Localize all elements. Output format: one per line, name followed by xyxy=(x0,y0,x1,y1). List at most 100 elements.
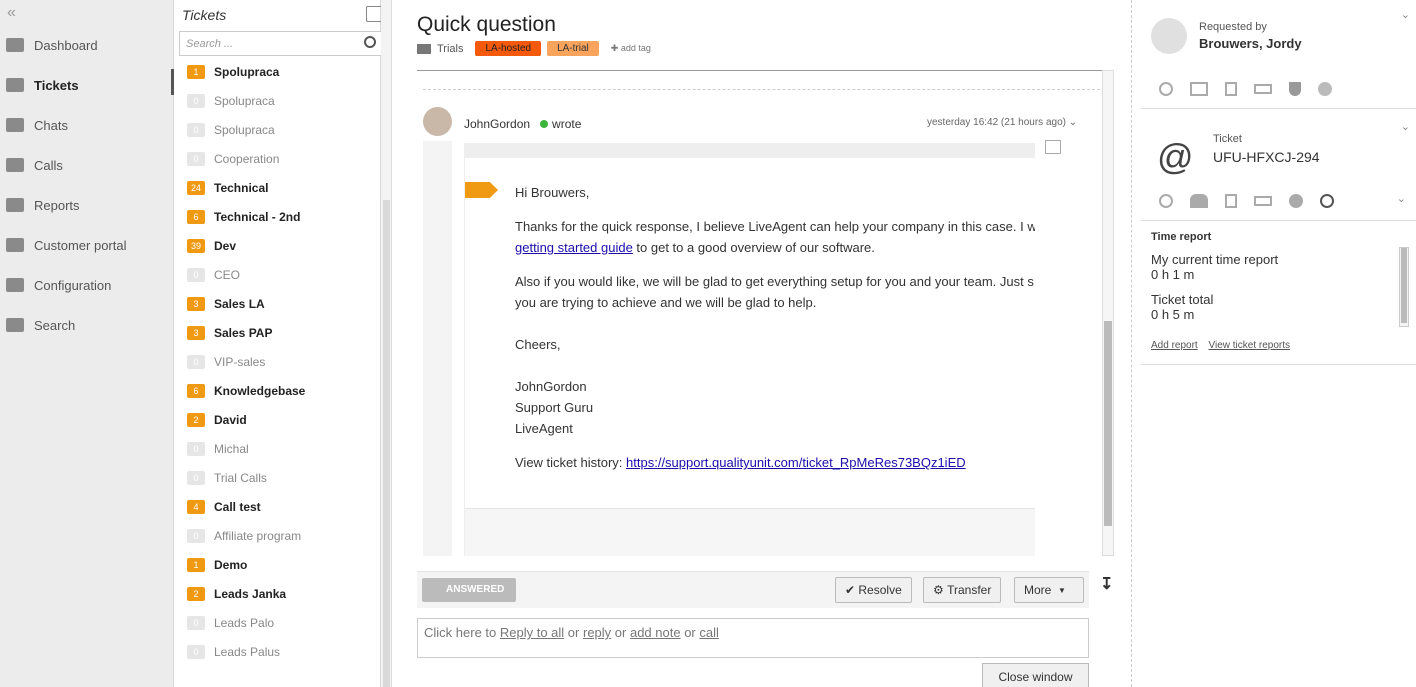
users-icon[interactable] xyxy=(1190,194,1208,208)
count-badge: 0 xyxy=(187,644,205,659)
nav-item-tickets[interactable]: Tickets xyxy=(0,65,174,105)
nav-item-configuration[interactable]: Configuration xyxy=(0,265,174,305)
chevron-down-icon[interactable]: ⌄ xyxy=(1069,117,1077,128)
phone-icon xyxy=(6,158,24,172)
list-item[interactable]: 0 Cooperation xyxy=(187,144,279,173)
list-title: Tickets xyxy=(182,7,227,23)
call-link[interactable]: call xyxy=(699,625,719,640)
list-item[interactable]: 0 VIP-sales xyxy=(187,347,265,376)
list-item[interactable]: 24 Technical xyxy=(187,173,268,202)
mascot-icon[interactable] xyxy=(1318,82,1332,96)
ticket-history-link[interactable]: https://support.qualityunit.com/ticket_R… xyxy=(626,455,966,470)
list-item[interactable]: 3 Sales LA xyxy=(187,289,265,318)
requested-by-label: Requested by xyxy=(1199,21,1267,33)
folder-icon xyxy=(417,43,431,54)
list-item-label: CEO xyxy=(214,267,241,282)
signature-title: Support Guru xyxy=(515,400,594,415)
collapse-ticket-icon[interactable]: ⌄ xyxy=(1401,120,1410,133)
add-tag-label: add tag xyxy=(620,43,651,53)
list-item[interactable]: 39 Dev xyxy=(187,231,236,260)
requester-name[interactable]: Brouwers, Jordy xyxy=(1199,36,1302,51)
message-scrollbar[interactable] xyxy=(1102,70,1114,556)
left-navigation: « Dashboard Tickets Chats Calls Reports Custo… xyxy=(0,0,174,687)
list-item[interactable]: 0 Michal xyxy=(187,434,249,463)
expand-down-icon[interactable]: ↧ xyxy=(1100,574,1113,594)
time-report-scrollbar-thumb[interactable] xyxy=(1401,248,1407,323)
document-icon[interactable] xyxy=(1225,194,1237,208)
close-window-button[interactable]: Close window xyxy=(982,663,1089,687)
message-body-footer xyxy=(465,508,1035,556)
nav-item-dashboard[interactable]: Dashboard xyxy=(0,25,174,65)
info-icon[interactable] xyxy=(1159,194,1173,208)
list-item[interactable]: 0 Spolupraca xyxy=(187,86,275,115)
list-item[interactable]: 0 Spolupraca xyxy=(187,115,275,144)
list-item[interactable]: 0 Leads Palo xyxy=(187,608,274,637)
list-item-label: Knowledgebase xyxy=(214,383,306,398)
list-scrollbar-thumb[interactable] xyxy=(383,200,390,687)
list-item[interactable]: 6 Knowledgebase xyxy=(187,376,305,405)
view-ticket-reports-link[interactable]: View ticket reports xyxy=(1208,340,1290,351)
collapse-requester-icon[interactable]: ⌄ xyxy=(1401,8,1410,21)
list-item[interactable]: 1 Spolupraca xyxy=(187,57,279,86)
count-badge: 6 xyxy=(187,383,205,398)
search-placeholder: Search ... xyxy=(186,38,234,50)
info-icon[interactable] xyxy=(1159,82,1173,96)
list-item[interactable]: 0 CEO xyxy=(187,260,240,289)
list-item[interactable]: 3 Sales PAP xyxy=(187,318,272,347)
add-tag-button[interactable]: ✚ add tag xyxy=(611,43,651,54)
nav-item-search[interactable]: Search xyxy=(0,305,174,345)
author-name[interactable]: JohnGordon xyxy=(464,117,530,131)
document-icon[interactable] xyxy=(1225,82,1237,96)
nav-item-chats[interactable]: Chats xyxy=(0,105,174,145)
shield-icon[interactable] xyxy=(1289,82,1301,96)
search-input[interactable]: Search ... xyxy=(179,31,385,56)
more-label: More xyxy=(1024,583,1052,597)
count-badge: 2 xyxy=(187,412,205,427)
ticket-icon-row xyxy=(1159,194,1334,208)
search-icon[interactable] xyxy=(364,36,376,48)
history-icon[interactable] xyxy=(1289,194,1303,208)
collapse-nav-icon[interactable]: « xyxy=(7,4,16,22)
list-item[interactable]: 2 Leads Janka xyxy=(187,579,286,608)
more-tabs-icon[interactable]: ⌄ xyxy=(1397,192,1406,205)
caret-down-icon: ▼ xyxy=(1058,585,1066,595)
more-button[interactable]: More ▼ xyxy=(1014,577,1084,603)
divider xyxy=(1141,220,1416,221)
message-scrollbar-thumb[interactable] xyxy=(1104,321,1112,526)
list-scrollbar[interactable] xyxy=(381,0,392,687)
reply-all-link[interactable]: Reply to all xyxy=(500,625,564,640)
count-badge: 1 xyxy=(187,64,205,79)
add-note-link[interactable]: add note xyxy=(630,625,681,640)
paragraph-1-line-1: Thanks for the quick response, I believe… xyxy=(515,219,1035,234)
reply-box[interactable]: Click here to Reply to all or reply or a… xyxy=(417,618,1089,658)
nav-item-reports[interactable]: Reports xyxy=(0,185,174,225)
transfer-button[interactable]: ⚙ Transfer xyxy=(923,577,1002,603)
time-report-scrollbar[interactable] xyxy=(1399,247,1409,327)
list-item[interactable]: 0 Trial Calls xyxy=(187,463,267,492)
tag-la-hosted[interactable]: LA-hosted xyxy=(475,41,542,56)
list-item[interactable]: 0 Affiliate program xyxy=(187,521,301,550)
reply-prefix: Click here to xyxy=(424,625,500,640)
mail-icon[interactable] xyxy=(1254,84,1272,94)
list-item[interactable]: 6 Technical - 2nd xyxy=(187,202,300,231)
add-report-link[interactable]: Add report xyxy=(1151,340,1198,351)
current-report-value: 0 h 1 m xyxy=(1151,267,1195,282)
list-item[interactable]: 2 David xyxy=(187,405,247,434)
getting-started-link[interactable]: getting started guide xyxy=(515,240,633,255)
nav-item-label: Customer portal xyxy=(34,237,127,253)
popout-icon[interactable] xyxy=(1045,140,1061,154)
wrote-label: wrote xyxy=(552,117,582,131)
pie-chart-icon xyxy=(6,198,24,212)
resolve-button[interactable]: ✔ Resolve xyxy=(835,577,912,603)
nav-item-calls[interactable]: Calls xyxy=(0,145,174,185)
stopwatch-icon[interactable] xyxy=(1320,194,1334,208)
mail-check-icon[interactable] xyxy=(1254,196,1272,206)
reply-link[interactable]: reply xyxy=(583,625,611,640)
nav-item-customer-portal[interactable]: Customer portal xyxy=(0,225,174,265)
message-timestamp[interactable]: yesterday 16:42 (21 hours ago) ⌄ xyxy=(927,117,1077,128)
list-item[interactable]: 1 Demo xyxy=(187,550,247,579)
tag-la-trial[interactable]: LA-trial xyxy=(547,41,599,56)
list-item[interactable]: 4 Call test xyxy=(187,492,261,521)
monitor-icon[interactable] xyxy=(1190,82,1208,96)
list-item[interactable]: 0 Leads Palus xyxy=(187,637,280,666)
